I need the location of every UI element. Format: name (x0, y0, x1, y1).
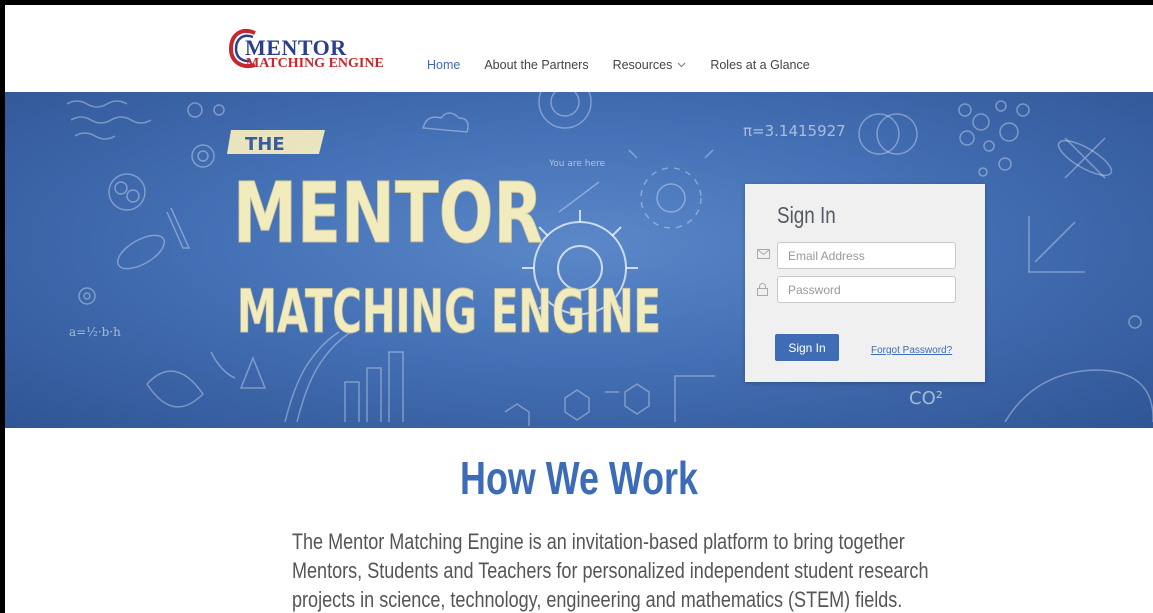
envelope-icon (757, 249, 770, 259)
nav-resources-label: Resources (612, 58, 673, 72)
chalk-formula-text: a=½·b·h (69, 325, 121, 339)
paragraph-line-1: The Mentor Matching Engine is an invitat… (292, 529, 905, 554)
nav-roles-label: Roles at a Glance (710, 58, 810, 72)
site-header: MENTOR MATCHING ENGINE Home About the Pa… (5, 5, 1153, 91)
nav-resources[interactable]: Resources (613, 58, 687, 72)
chalk-pi-text: π=3.1415927 (743, 122, 846, 140)
banner-the-text: THE (245, 134, 285, 155)
hero-banner: π=3.1415927 You are here a=½·b·h CO² THE… (5, 92, 1153, 428)
page-frame: MENTOR MATCHING ENGINE Home About the Pa… (5, 5, 1153, 613)
logo-line-2: MATCHING ENGINE (246, 56, 384, 71)
nav-roles[interactable]: Roles at a Glance (710, 58, 809, 72)
nav-about-partners-label: About the Partners (484, 58, 589, 72)
lock-icon (757, 283, 768, 296)
sign-in-panel: Sign In Sign In Forgot Password? (745, 184, 985, 382)
password-input[interactable] (777, 276, 956, 303)
main-nav: Home About the Partners Resources Roles … (427, 58, 834, 72)
email-input[interactable] (777, 242, 956, 269)
banner-title-line-1: MENTOR (233, 164, 543, 262)
chevron-down-icon (677, 62, 686, 67)
forgot-password-link[interactable]: Forgot Password? (871, 345, 952, 356)
how-we-work-paragraph: The Mentor Matching Engine is an invitat… (229, 527, 929, 613)
sign-in-title: Sign In (777, 202, 836, 228)
email-row (757, 242, 977, 270)
nav-home[interactable]: Home (427, 58, 460, 72)
chalk-co2-text: CO² (909, 388, 943, 409)
banner-title-line-2: MATCHING ENGINE (237, 277, 661, 347)
nav-about-partners[interactable]: About the Partners (484, 58, 588, 72)
paragraph-line-2: Mentors, Students and Teachers for perso… (292, 558, 929, 583)
paragraph-line-3: projects in science, technology, enginee… (292, 587, 903, 612)
the-banner: THE (227, 130, 325, 155)
nav-home-label: Home (427, 58, 461, 72)
sign-in-button[interactable]: Sign In (775, 334, 839, 361)
logo[interactable]: MENTOR MATCHING ENGINE (229, 23, 389, 75)
chalk-you-are-here-text: You are here (548, 159, 606, 169)
how-we-work-title: How We Work (460, 452, 698, 504)
password-row (757, 276, 977, 304)
